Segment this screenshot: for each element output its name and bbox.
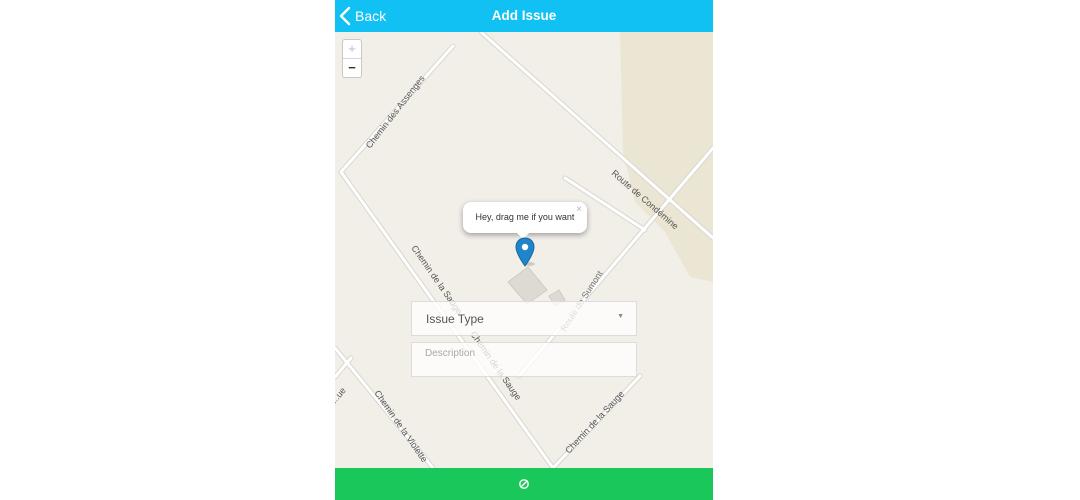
issue-type-select[interactable]: Issue Type ▼ (411, 301, 637, 336)
description-input[interactable] (425, 348, 625, 359)
page-title: Add Issue (491, 8, 557, 23)
chevron-left-icon (339, 6, 351, 26)
map-view[interactable]: Chemin des Assenges Route de Condémine C… (335, 32, 713, 468)
nav-bar: Back Add Issue (335, 0, 713, 32)
description-field[interactable] (411, 342, 637, 377)
locate-icon (519, 479, 529, 489)
street-label: Chemin de la Sauge (563, 389, 626, 455)
popup-text: Hey, drag me if you want (475, 212, 575, 222)
zoom-control: + − (342, 39, 362, 78)
caret-down-icon: ▼ (617, 313, 624, 320)
marker-popup: Hey, drag me if you want × (463, 202, 587, 239)
street-label: ...ue (335, 385, 348, 405)
back-label: Back (355, 8, 387, 24)
app-screen: Back Add Issue Chemin des Assenges Route… (335, 0, 713, 500)
popup-close-button[interactable]: × (576, 204, 582, 215)
street-label: Chemin des Assenges (364, 73, 427, 150)
zoom-out-button[interactable]: − (343, 59, 361, 77)
building (507, 266, 548, 305)
zoom-in-button[interactable]: + (343, 40, 361, 59)
issue-type-label: Issue Type (426, 312, 484, 326)
street-label: Chemin de la Violette (372, 388, 429, 464)
locate-button[interactable] (335, 468, 713, 500)
back-button[interactable]: Back (339, 0, 386, 32)
map-pin-icon[interactable] (515, 237, 535, 272)
